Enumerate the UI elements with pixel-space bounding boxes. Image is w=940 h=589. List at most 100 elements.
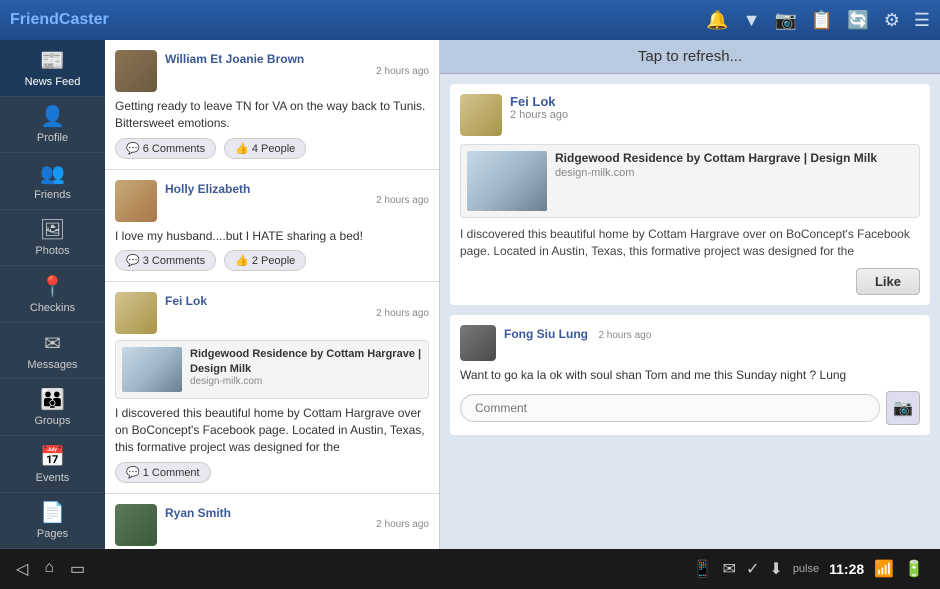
detail-link-url: design-milk.com <box>555 167 913 179</box>
feed-link-card-3[interactable]: Ridgewood Residence by Cottam Hargrave |… <box>115 340 429 399</box>
feed-name-2[interactable]: Holly Elizabeth <box>165 182 250 196</box>
main-layout: 📰 News Feed 👤 Profile 👥 Friends 🖼 Photos… <box>0 40 940 549</box>
detail-post-meta: Fei Lok 2 hours ago <box>510 94 568 136</box>
comment-meta: Fong Siu Lung 2 hours ago <box>504 325 651 361</box>
comment-send-button[interactable]: 📷 <box>886 391 920 425</box>
comments-btn-1[interactable]: 💬 6 Comments <box>115 138 216 159</box>
signal-icon: 📶 <box>874 559 894 579</box>
feed-actions-2: 💬 3 Comments 👍 2 People <box>115 250 429 271</box>
photos-icon: 🖼 <box>40 217 65 242</box>
feed-post-3: Fei Lok 2 hours ago Ridgewood Residence … <box>105 282 439 493</box>
sidebar-label-photos: Photos <box>35 245 69 257</box>
comments-btn-3[interactable]: 💬 1 Comment <box>115 462 211 483</box>
sidebar-item-photos[interactable]: 🖼 Photos <box>0 210 105 267</box>
detail-comment-section: Fong Siu Lung 2 hours ago Want to go ka … <box>450 315 930 436</box>
pages-icon: 📄 <box>40 500 65 525</box>
feed-header-1: William Et Joanie Brown 2 hours ago <box>115 50 429 92</box>
settings-icon[interactable]: ⚙ <box>884 10 900 31</box>
comment-input[interactable] <box>460 394 880 422</box>
sidebar-label-messages: Messages <box>27 359 77 371</box>
feed-time-1: 2 hours ago <box>376 66 429 77</box>
feed-header-4: Ryan Smith 2 hours ago <box>115 504 429 546</box>
feed-meta-2: Holly Elizabeth <box>165 180 250 198</box>
top-bar: FriendCaster 🔔 ▼ 📷 📋 🔄 ⚙ ☰ <box>0 0 940 40</box>
events-icon: 📅 <box>40 444 65 469</box>
detail-link-info: Ridgewood Residence by Cottam Hargrave |… <box>555 151 913 211</box>
sidebar-item-events[interactable]: 📅 Events <box>0 436 105 493</box>
checkins-icon: 📍 <box>40 274 65 299</box>
top-bar-icons: 🔔 ▼ 📷 📋 🔄 ⚙ ☰ <box>706 10 930 31</box>
feed-post-2: Holly Elizabeth 2 hours ago I love my hu… <box>105 170 439 283</box>
sidebar-item-pages[interactable]: 📄 Pages <box>0 493 105 550</box>
logo-friend: Friend <box>10 11 59 28</box>
likes-btn-2[interactable]: 👍 2 People <box>224 250 306 271</box>
sidebar-label-friends: Friends <box>34 189 71 201</box>
feed-item-header-4: Ryan Smith <box>115 504 231 546</box>
feed-link-thumb-3 <box>122 347 182 392</box>
detail-post: Fei Lok 2 hours ago Ridgewood Residence … <box>450 84 930 305</box>
notifications-icon[interactable]: 🔔 <box>706 10 728 31</box>
detail-content: Fei Lok 2 hours ago Ridgewood Residence … <box>440 74 940 549</box>
news-feed-icon: 📰 <box>40 48 65 73</box>
profile-icon: 👤 <box>40 104 65 129</box>
sidebar-item-news-feed[interactable]: 📰 News Feed <box>0 40 105 97</box>
feed-meta-4: Ryan Smith <box>165 504 231 522</box>
refresh-icon[interactable]: 🔄 <box>847 10 869 31</box>
feed-link-url-3: design-milk.com <box>190 376 422 387</box>
comment-input-row: 📷 <box>460 391 920 425</box>
detail-post-header: Fei Lok 2 hours ago <box>460 94 920 136</box>
recents-icon[interactable]: ▭ <box>70 559 85 579</box>
home-icon[interactable]: ⌂ <box>44 559 54 579</box>
feed-name-4[interactable]: Ryan Smith <box>165 506 231 520</box>
avatar-william <box>115 50 157 92</box>
download-icon: ⬇ <box>769 559 782 579</box>
avatar-ryan <box>115 504 157 546</box>
feed-text-1: Getting ready to leave TN for VA on the … <box>115 98 429 132</box>
messages-icon: ✉ <box>44 331 61 356</box>
detail-link-thumb <box>467 151 547 211</box>
sidebar-label-checkins: Checkins <box>30 302 75 314</box>
sidebar-label-news-feed: News Feed <box>25 76 81 88</box>
friends-icon: 👥 <box>40 161 65 186</box>
menu-icon[interactable]: ☰ <box>914 10 930 31</box>
sidebar-label-groups: Groups <box>34 415 70 427</box>
camera-icon[interactable]: 📷 <box>774 10 796 31</box>
feed-link-info-3: Ridgewood Residence by Cottam Hargrave |… <box>190 347 422 387</box>
feed-item-header-3: Fei Lok <box>115 292 207 334</box>
refresh-bar[interactable]: Tap to refresh... <box>440 40 940 74</box>
comment-time: 2 hours ago <box>598 330 651 341</box>
battery-icon: 🔋 <box>904 559 924 579</box>
detail-post-time: 2 hours ago <box>510 109 568 121</box>
email-icon: ✉ <box>723 559 736 579</box>
feed-item-header-2: Holly Elizabeth <box>115 180 250 222</box>
feed-name-3[interactable]: Fei Lok <box>165 294 207 308</box>
logo-caster: Caster <box>59 11 109 28</box>
bottom-nav-right: 📱 ✉ ✓ ⬇ pulse 11:28 📶 🔋 <box>693 559 924 579</box>
filter-icon[interactable]: ▼ <box>743 10 761 31</box>
detail-link-card[interactable]: Ridgewood Residence by Cottam Hargrave |… <box>460 144 920 218</box>
like-button[interactable]: Like <box>856 268 920 295</box>
detail-post-text: I discovered this beautiful home by Cott… <box>460 226 920 260</box>
comments-btn-2[interactable]: 💬 3 Comments <box>115 250 216 271</box>
back-icon[interactable]: ◁ <box>16 559 28 579</box>
clipboard-icon[interactable]: 📋 <box>811 10 833 31</box>
sidebar-item-profile[interactable]: 👤 Profile <box>0 97 105 154</box>
likes-btn-1[interactable]: 👍 4 People <box>224 138 306 159</box>
feed-name-1[interactable]: William Et Joanie Brown <box>165 52 304 66</box>
sidebar-item-checkins[interactable]: 📍 Checkins <box>0 266 105 323</box>
sidebar-item-groups[interactable]: 👪 Groups <box>0 379 105 436</box>
avatar-feilok <box>115 292 157 334</box>
comment-user-row: Fong Siu Lung 2 hours ago <box>460 325 920 361</box>
avatar-holly <box>115 180 157 222</box>
feed-time-2: 2 hours ago <box>376 195 429 206</box>
feed-post-4: Ryan Smith 2 hours ago Testing out Start… <box>105 494 439 549</box>
feed-header-3: Fei Lok 2 hours ago <box>115 292 429 334</box>
sidebar-item-messages[interactable]: ✉ Messages <box>0 323 105 380</box>
bottom-bar: ◁ ⌂ ▭ 📱 ✉ ✓ ⬇ pulse 11:28 📶 🔋 <box>0 549 940 589</box>
feed-item-header-1: William Et Joanie Brown <box>115 50 304 92</box>
sidebar-item-friends[interactable]: 👥 Friends <box>0 153 105 210</box>
comment-avatar <box>460 325 496 361</box>
detail-avatar <box>460 94 502 136</box>
feed-header-2: Holly Elizabeth 2 hours ago <box>115 180 429 222</box>
comment-name: Fong Siu Lung <box>504 327 588 341</box>
